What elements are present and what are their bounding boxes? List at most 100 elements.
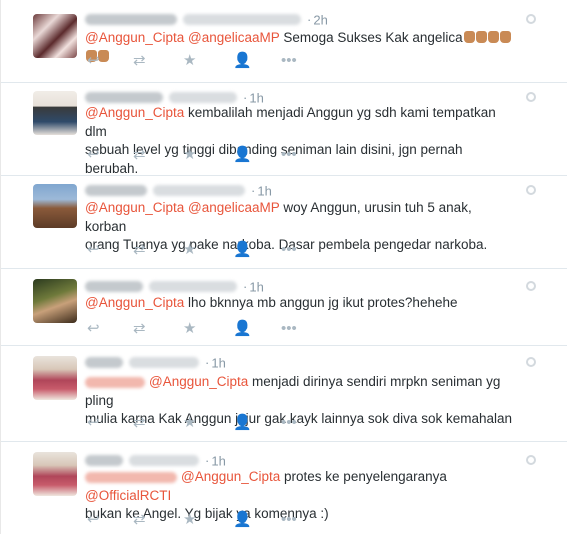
tweet-header: · 1h — [85, 89, 264, 105]
avatar[interactable] — [33, 184, 77, 228]
follow-icon[interactable]: 👤 — [233, 147, 252, 163]
star-icon[interactable]: ★ — [183, 53, 196, 69]
tweet-item[interactable]: · 1h @Anggun_Cipta lho bknnya mb anggun j… — [1, 269, 567, 346]
mention-link[interactable]: @Anggun_Cipta — [181, 469, 280, 484]
avatar[interactable] — [33, 452, 77, 496]
tweet-header: · 2h — [85, 11, 328, 27]
reply-icon[interactable]: ↩ — [87, 147, 100, 163]
gear-icon[interactable] — [526, 281, 536, 291]
tweet-text: @Anggun_Cipta protes ke penyelengaranya … — [85, 468, 515, 524]
emoji-icon — [487, 31, 499, 43]
mention-link[interactable]: @angelicaaMP — [188, 30, 280, 45]
mention-link[interactable]: @Anggun_Cipta — [85, 200, 184, 215]
mention-link[interactable]: @angelicaaMP — [188, 200, 280, 215]
mention-link[interactable]: @Anggun_Cipta — [85, 30, 184, 45]
gear-icon[interactable] — [526, 92, 536, 102]
star-icon[interactable]: ★ — [183, 321, 196, 337]
separator-dot: · — [307, 12, 312, 28]
separator-dot: · — [205, 453, 210, 469]
tweet-header: · 1h — [85, 182, 272, 198]
tweet-time[interactable]: 1h — [249, 279, 263, 294]
tweet-time[interactable]: 1h — [257, 183, 271, 198]
tweet-time[interactable]: 1h — [211, 355, 225, 370]
tweet-item[interactable]: · 1h @Anggun_Cipta protes ke penyelengara… — [1, 442, 567, 534]
tweet-item[interactable]: · 1h @Anggun_Cipta @angelicaaMP woy Anggu… — [1, 176, 567, 269]
gear-icon[interactable] — [526, 14, 536, 24]
gear-icon[interactable] — [526, 357, 536, 367]
reply-recipient[interactable] — [85, 376, 145, 388]
reply-icon[interactable]: ↩ — [87, 242, 100, 258]
avatar[interactable] — [33, 279, 77, 323]
mention-link[interactable]: @Anggun_Cipta — [85, 105, 184, 120]
more-icon[interactable]: ••• — [281, 321, 297, 337]
mention-link[interactable]: @OfficialRCTI — [85, 488, 171, 503]
reply-icon[interactable]: ↩ — [87, 53, 100, 69]
author-handle[interactable] — [153, 185, 245, 197]
tweet-text: @Anggun_Cipta kembalilah menjadi Anggun … — [85, 104, 515, 178]
tweet-text-line: Semoga Sukses Kak angelica — [279, 30, 463, 45]
tweet-text-line: protes ke penyelengaranya — [280, 469, 447, 484]
star-icon[interactable]: ★ — [183, 415, 196, 431]
retweet-icon[interactable]: ⇄ — [133, 415, 146, 431]
tweet-text-line: mulia karna Kak Anggun jujur gak kayk la… — [85, 411, 512, 426]
mention-link[interactable]: @Anggun_Cipta — [85, 295, 184, 310]
emoji-icon — [463, 31, 475, 43]
tweet-time[interactable]: 2h — [313, 12, 327, 27]
author-handle[interactable] — [129, 455, 199, 467]
tweet-item[interactable]: · 1h @Anggun_Cipta menjadi dirinya sendir… — [1, 346, 567, 442]
more-icon[interactable]: ••• — [281, 53, 297, 69]
tweet-text-line: menjadi dirinya sendiri mrpkn seniman yg… — [85, 374, 501, 408]
tweet-text: @Anggun_Cipta menjadi dirinya sendiri mr… — [85, 373, 515, 429]
more-icon[interactable]: ••• — [281, 512, 297, 528]
star-icon[interactable]: ★ — [183, 512, 196, 528]
reply-icon[interactable]: ↩ — [87, 321, 100, 337]
tweet-header: · 1h — [85, 452, 226, 468]
author-handle[interactable] — [183, 14, 301, 26]
star-icon[interactable]: ★ — [183, 242, 196, 258]
tweet-timeline: · 2h @Anggun_Cipta @angelicaaMP Semoga Su… — [0, 0, 567, 534]
reply-icon[interactable]: ↩ — [87, 512, 100, 528]
follow-icon[interactable]: 👤 — [233, 512, 252, 528]
separator-dot: · — [205, 355, 210, 371]
author-handle[interactable] — [149, 281, 237, 293]
follow-icon[interactable]: 👤 — [233, 321, 252, 337]
avatar[interactable] — [33, 91, 77, 135]
more-icon[interactable]: ••• — [281, 415, 297, 431]
gear-icon[interactable] — [526, 185, 536, 195]
author-name[interactable] — [85, 185, 147, 197]
author-handle[interactable] — [129, 357, 199, 369]
tweet-item[interactable]: · 2h @Anggun_Cipta @angelicaaMP Semoga Su… — [1, 0, 567, 83]
retweet-icon[interactable]: ⇄ — [133, 512, 146, 528]
more-icon[interactable]: ••• — [281, 242, 297, 258]
author-name[interactable] — [85, 455, 123, 467]
tweet-text: @Anggun_Cipta @angelicaaMP woy Anggun, u… — [85, 199, 515, 255]
tweet-header: · 1h — [85, 278, 264, 294]
avatar[interactable] — [33, 356, 77, 400]
retweet-icon[interactable]: ⇄ — [133, 53, 146, 69]
emoji-icon — [475, 31, 487, 43]
star-icon[interactable]: ★ — [183, 147, 196, 163]
more-icon[interactable]: ••• — [281, 147, 297, 163]
tweet-item[interactable]: · 1h @Anggun_Cipta kembalilah menjadi Ang… — [1, 83, 567, 176]
follow-icon[interactable]: 👤 — [233, 53, 252, 69]
author-name[interactable] — [85, 14, 177, 26]
author-name[interactable] — [85, 281, 143, 293]
tweet-header: · 1h — [85, 354, 226, 370]
tweet-time[interactable]: 1h — [211, 453, 225, 468]
reply-recipient[interactable] — [85, 471, 177, 483]
tweet-text-line: lho bknnya mb anggun jg ikut protes?hehe… — [184, 295, 458, 310]
follow-icon[interactable]: 👤 — [233, 242, 252, 258]
mention-link[interactable]: @Anggun_Cipta — [149, 374, 248, 389]
retweet-icon[interactable]: ⇄ — [133, 242, 146, 258]
retweet-icon[interactable]: ⇄ — [133, 147, 146, 163]
author-name[interactable] — [85, 92, 163, 104]
avatar[interactable] — [33, 14, 77, 58]
gear-icon[interactable] — [526, 455, 536, 465]
tweet-text: @Anggun_Cipta @angelicaaMP Semoga Sukses… — [85, 29, 515, 66]
reply-icon[interactable]: ↩ — [87, 415, 100, 431]
author-handle[interactable] — [169, 92, 237, 104]
author-name[interactable] — [85, 357, 123, 369]
follow-icon[interactable]: 👤 — [233, 415, 252, 431]
emoji-icon — [499, 31, 511, 43]
retweet-icon[interactable]: ⇄ — [133, 321, 146, 337]
